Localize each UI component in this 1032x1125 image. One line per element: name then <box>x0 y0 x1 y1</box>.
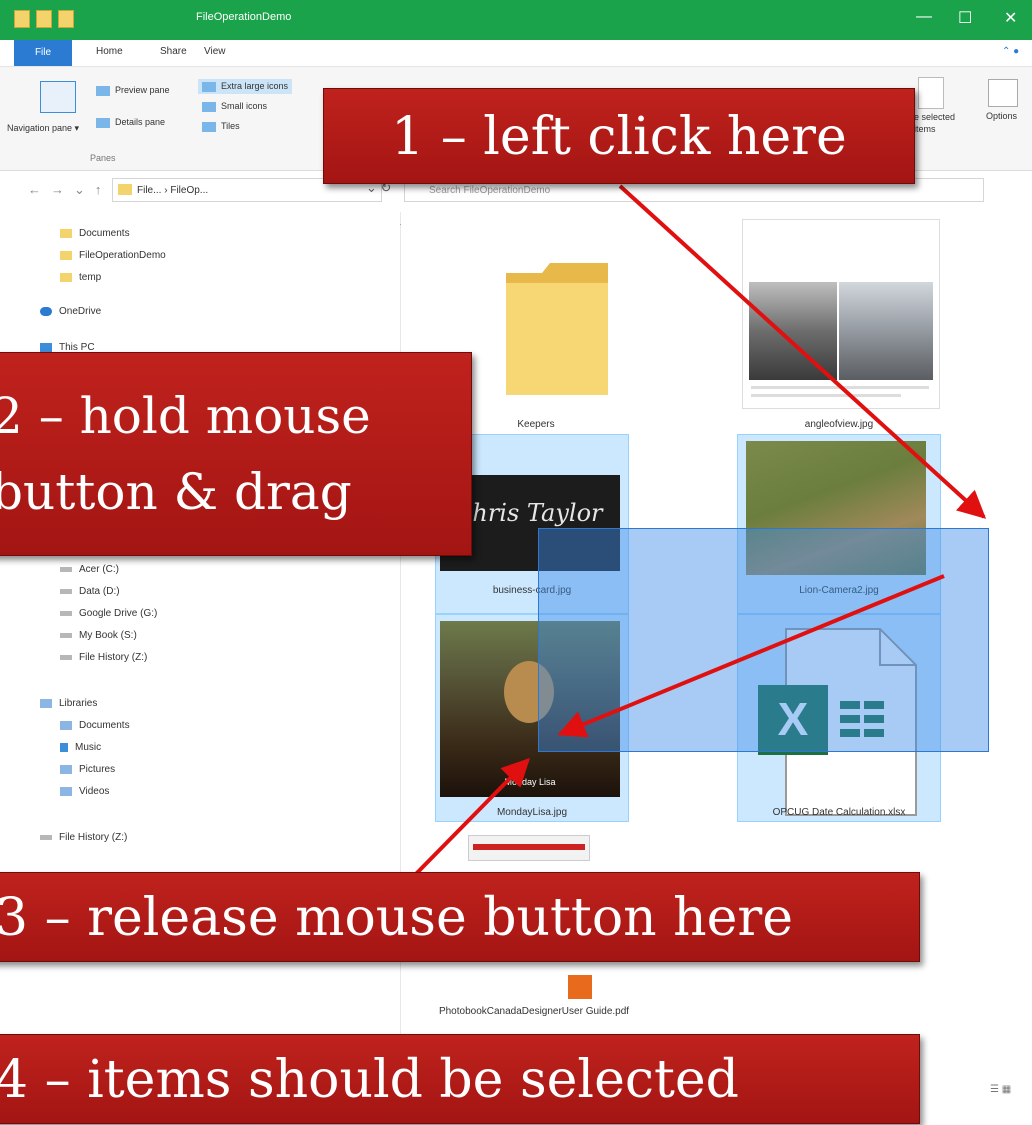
arrow-3 <box>408 758 530 882</box>
arrow-2 <box>557 574 945 738</box>
callout-step-2-line1: 2 – hold mouse <box>0 387 371 445</box>
callout-step-4: 4 – items should be selected <box>0 1034 920 1124</box>
arrow-1 <box>618 184 987 519</box>
callout-step-2: 2 – hold mouse button & drag <box>0 352 472 556</box>
callout-step-3: 3 – release mouse button here <box>0 872 920 962</box>
callout-step-1: 1 – left click here <box>323 88 915 184</box>
callout-step-2-line2: button & drag <box>0 463 352 521</box>
